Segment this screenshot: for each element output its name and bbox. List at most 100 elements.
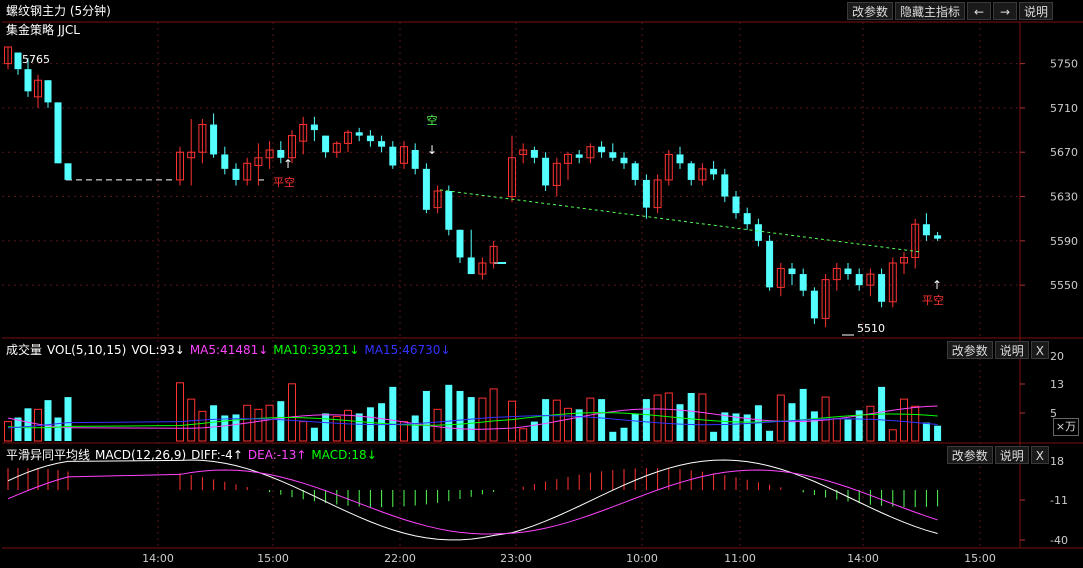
volume-bar-down (542, 399, 550, 441)
price-tick-label: 5670 (1050, 146, 1078, 159)
macd-toolbar: 改参数 说明 X (946, 446, 1049, 464)
volume-bar-up (653, 394, 662, 442)
candle-body-down (14, 52, 22, 70)
volume-bar-up (187, 398, 196, 442)
candle-body-down (631, 163, 639, 180)
volume-tick-label: 13 (1050, 378, 1064, 391)
macd-tick-label: 18 (1050, 455, 1064, 468)
volume-bar-down (389, 386, 397, 441)
macd-tick-label: -11 (1050, 494, 1068, 507)
volume-bar-down (620, 427, 628, 441)
candle-body-down (530, 150, 538, 158)
volume-bar-down (766, 430, 774, 441)
volume-bar-up (508, 400, 516, 442)
volume-bar-up (265, 404, 274, 442)
candle-body-down (732, 196, 740, 214)
candle-body-down (799, 274, 807, 291)
candle-body-down (44, 80, 52, 103)
volume-bar-down (642, 399, 650, 441)
candle-body-down (810, 290, 818, 319)
volume-bar-down (54, 417, 62, 441)
volume-help-button[interactable]: 说明 (994, 341, 1029, 359)
volume-bar-down (575, 409, 583, 441)
volume-bar-down (710, 431, 718, 441)
volume-bar-up (299, 421, 308, 442)
candle-body-down (355, 132, 363, 136)
macd-params: MACD(12,26,9) (95, 448, 187, 462)
volume-bar-down (445, 384, 453, 441)
volume-bar-down (799, 388, 807, 441)
volume-bar-down (422, 390, 430, 441)
candle-body-down (609, 152, 617, 158)
macd-label: 平滑异同平均线 MACD(12,26,9) DIFF:-4↑ DEA:-13↑ MACD… (6, 446, 382, 463)
volume-bar-down (721, 412, 729, 441)
volume-ma15: MA15:46730↓ (364, 343, 451, 357)
volume-bar-up (198, 410, 207, 442)
candle-body-down (922, 224, 930, 236)
volume-bar-down (64, 397, 72, 441)
volume-modify-params-button[interactable]: 改参数 (946, 341, 993, 359)
volume-unit-toggle[interactable]: ×万 (1053, 418, 1079, 436)
candle-body-down (456, 229, 464, 258)
candle-body-down (743, 213, 751, 225)
candle-body-down (620, 157, 628, 164)
candle-body-down (542, 157, 550, 186)
volume-bar-down (411, 415, 419, 441)
price-tick-label: 5590 (1050, 235, 1078, 248)
volume-bar-up (866, 405, 875, 442)
volume-title: 成交量 (6, 343, 43, 357)
volume-label: 成交量 VOL(5,10,15) VOL:93↓ MA5:41481↓ MA10:393… (6, 341, 456, 358)
volume-bar-up (698, 393, 707, 442)
volume-bar-up (911, 405, 920, 442)
signal-kai: 空 (427, 113, 438, 127)
volume-bar-down (687, 393, 695, 441)
candle-body-down (54, 102, 62, 164)
macd-help-button[interactable]: 说明 (994, 446, 1029, 464)
candle-body-down (411, 150, 419, 169)
volume-bar-down (631, 413, 639, 441)
candle-body-down (322, 135, 330, 153)
trend-line (439, 189, 921, 253)
arrow-up-icon: ↑ (932, 278, 942, 292)
volume-bar-up (288, 383, 296, 442)
macd-modify-params-button[interactable]: 改参数 (946, 446, 993, 464)
candle-body-down (844, 268, 852, 275)
signal-ping2: 平空 (922, 293, 944, 307)
candle-body-down (389, 146, 397, 166)
candle-body-down (24, 69, 32, 92)
volume-bar-up (586, 397, 595, 442)
volume-tick-label: 20 (1050, 350, 1064, 363)
candle-body-down (878, 274, 886, 302)
arrow-down-icon: ↓ (427, 143, 437, 157)
time-tick-label: 15:00 (257, 552, 289, 565)
candle-body-down (575, 154, 583, 158)
macd-close-button[interactable]: X (1030, 446, 1049, 464)
candle-body-down (855, 274, 863, 286)
price-tick-label: 5630 (1050, 191, 1078, 204)
macd-dea-line (7, 469, 938, 535)
candle-body-down (687, 163, 695, 180)
volume-bar-down (598, 399, 606, 441)
kline-chart[interactable]: 5750 5710 5670 5630 5590 5550 14:00 15:00 22:00 2… (0, 0, 1083, 568)
volume-params: VOL(5,10,15) (47, 343, 127, 357)
volume-bar-down (922, 422, 930, 441)
volume-bar-down (44, 400, 52, 441)
macd-dea: DEA:-13↑ (247, 448, 307, 462)
macd-diff-line (7, 459, 938, 541)
volume-close-button[interactable]: X (1030, 341, 1049, 359)
volume-bar-down (810, 411, 818, 441)
time-tick-label: 14:00 (142, 552, 174, 565)
candle-body-down (445, 191, 453, 230)
volume-bar-down (378, 403, 386, 441)
volume-bar-down (609, 431, 617, 441)
volume-bar-up (4, 421, 12, 442)
time-tick-label: 23:00 (500, 552, 532, 565)
volume-bar-up (519, 428, 528, 442)
candle-body-down (467, 257, 475, 275)
candle-body-down (766, 240, 774, 288)
volume-bar-down (24, 408, 32, 441)
signal-ping1: 平空 (273, 175, 295, 189)
volume-bar-down (456, 390, 464, 441)
price-low-label: 5510 (857, 322, 885, 335)
volume-bar-up (776, 394, 785, 442)
